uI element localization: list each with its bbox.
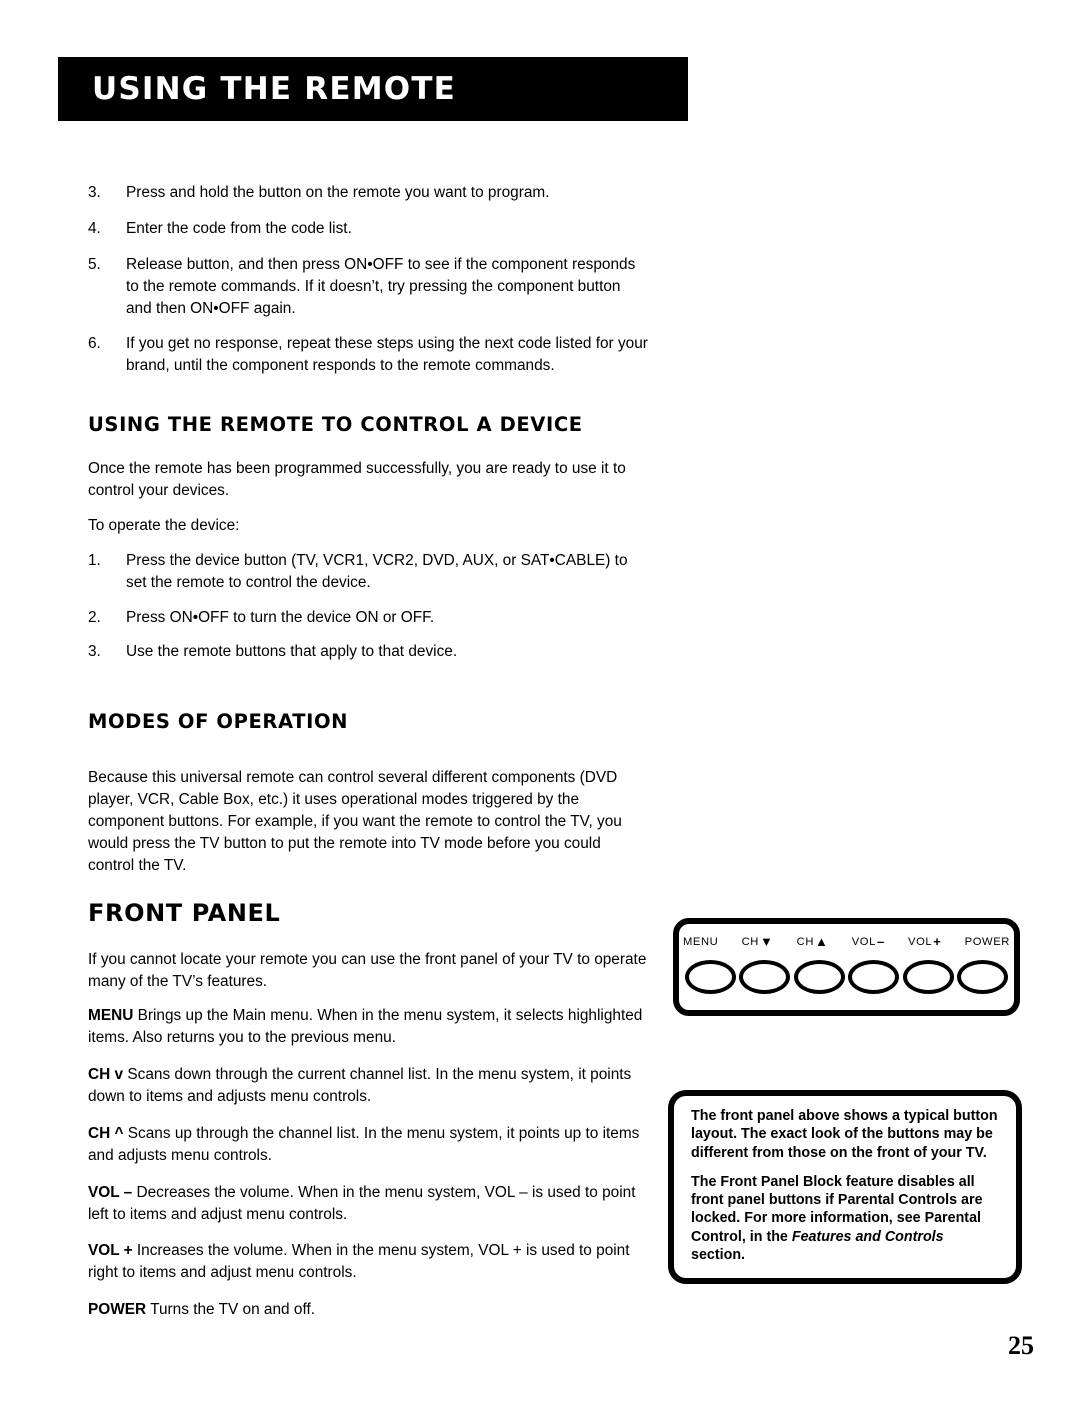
- section-heading-modes-of-operation: MODES OF OPERATION: [88, 710, 349, 734]
- page-number: 25: [1008, 1331, 1034, 1360]
- button-definition-text: Increases the volume. When in the menu s…: [88, 1242, 630, 1282]
- button-definition-term: CH v: [88, 1066, 124, 1084]
- list-item-text: Release button, and then press ON•OFF to…: [126, 255, 636, 317]
- panel-label-power: POWER: [964, 935, 1010, 948]
- button-definition-text: Scans up through the channel list. In th…: [88, 1124, 640, 1164]
- button-definition-term: VOL –: [88, 1183, 133, 1201]
- note-text-post: section.: [691, 1247, 746, 1264]
- button-definition-term: CH ^: [88, 1124, 124, 1142]
- button-definition-channel-up: CH ^ Scans up through the channel list. …: [88, 1123, 648, 1167]
- list-item: 6. If you get no response, repeat these …: [88, 333, 648, 377]
- panel-button-menu[interactable]: [685, 960, 736, 994]
- button-definition-text: Brings up the Main menu. When in the men…: [88, 1007, 643, 1047]
- list-item-text: Press the device button (TV, VCR1, VCR2,…: [126, 551, 628, 591]
- list-item-number: 5.: [88, 255, 101, 273]
- panel-button-volume-up[interactable]: [902, 960, 954, 994]
- button-definition-volume-down: VOL – Decreases the volume. When in the …: [88, 1182, 648, 1226]
- button-definition-text: Scans down through the current channel l…: [88, 1066, 632, 1105]
- panel-button-volume-down[interactable]: [848, 960, 900, 994]
- list-item-text: Enter the code from the code list.: [126, 219, 352, 237]
- list-item-text: If you get no response, repeat these ste…: [126, 335, 648, 375]
- front-panel-label-row: MENU CH ▼ CH ▲ VOL – VOL + POWER: [683, 935, 1010, 948]
- page-header-banner: USING THE REMOTE: [58, 57, 688, 121]
- list-item-number: 2.: [88, 608, 101, 626]
- list-item-number: 3.: [88, 184, 101, 201]
- list-item-text: Press ON•OFF to turn the device ON or OF…: [126, 608, 435, 626]
- panel-label-volume-up: VOL +: [908, 934, 942, 949]
- chevron-up-icon: ▲: [815, 934, 829, 949]
- main-content-column: 3. Press and hold the button on the remo…: [88, 182, 648, 1336]
- list-item: 3. Use the remote buttons that apply to …: [88, 641, 648, 663]
- minus-icon: –: [876, 934, 885, 949]
- list-item-number: 6.: [88, 335, 101, 353]
- section-heading-control-device: USING THE REMOTE TO CONTROL A DEVICE: [88, 413, 583, 437]
- list-item-text: Use the remote buttons that apply to tha…: [126, 643, 458, 661]
- panel-button-channel-down[interactable]: [739, 960, 791, 994]
- chevron-down-icon: ▼: [759, 934, 774, 949]
- sidebar-note-box: The front panel above shows a typical bu…: [668, 1090, 1022, 1284]
- note-paragraph-front-panel-block: The Front Panel Block feature disables a…: [691, 1173, 1000, 1264]
- list-item: 3. Press and hold the button on the remo…: [88, 182, 648, 204]
- button-definition-term: MENU: [88, 1007, 134, 1025]
- panel-label-menu: MENU: [683, 935, 719, 948]
- list-item: 4. Enter the code from the code list.: [88, 218, 648, 240]
- programming-steps-continued-list: 3. Press and hold the button on the remo…: [88, 182, 648, 377]
- list-item: 1. Press the device button (TV, VCR1, VC…: [88, 550, 648, 594]
- button-definition-term: VOL +: [88, 1242, 133, 1260]
- panel-label-volume-down: VOL –: [851, 934, 885, 949]
- panel-button-channel-up[interactable]: [793, 960, 845, 994]
- button-definition-volume-up: VOL + Increases the volume. When in the …: [88, 1240, 648, 1284]
- list-item: 5. Release button, and then press ON•OFF…: [88, 254, 648, 320]
- button-definition-text: Decreases the volume. When in the menu s…: [88, 1183, 636, 1223]
- list-item-number: 1.: [88, 551, 101, 569]
- button-definition-menu: MENU Brings up the Main menu. When in th…: [88, 1005, 648, 1049]
- front-panel-button-row: [685, 960, 1008, 994]
- control-device-lead-in: To operate the device:: [88, 516, 240, 534]
- button-definition-channel-down: CH v Scans down through the current chan…: [88, 1064, 648, 1108]
- front-panel-intro-paragraph: If you cannot locate your remote you can…: [88, 950, 647, 990]
- plus-icon: +: [933, 934, 942, 949]
- list-item-number: 4.: [88, 219, 101, 237]
- control-device-intro-paragraph: Once the remote has been programmed succ…: [88, 460, 626, 499]
- button-definition-power: POWER Turns the TV on and off.: [88, 1299, 648, 1321]
- note-paragraph-layout: The front panel above shows a typical bu…: [691, 1108, 998, 1161]
- list-item-number: 3.: [88, 643, 101, 661]
- button-definition-term: POWER: [88, 1301, 147, 1319]
- front-panel-diagram: MENU CH ▼ CH ▲ VOL – VOL + POWER: [673, 918, 1020, 1016]
- panel-button-power[interactable]: [956, 960, 1008, 994]
- modes-of-operation-paragraph: Because this universal remote can contro…: [88, 769, 622, 874]
- panel-label-channel-down: CH ▼: [741, 934, 774, 949]
- section-heading-front-panel: FRONT PANEL: [88, 898, 281, 927]
- list-item-text: Press and hold the button on the remote …: [126, 184, 550, 201]
- button-definition-text: Turns the TV on and off.: [150, 1301, 315, 1319]
- list-item: 2. Press ON•OFF to turn the device ON or…: [88, 607, 648, 629]
- note-text-italic-reference: Features and Controls: [791, 1228, 944, 1245]
- page-title: USING THE REMOTE: [92, 71, 457, 107]
- panel-label-channel-up: CH ▲: [796, 934, 829, 949]
- operate-device-steps-list: 1. Press the device button (TV, VCR1, VC…: [88, 550, 648, 664]
